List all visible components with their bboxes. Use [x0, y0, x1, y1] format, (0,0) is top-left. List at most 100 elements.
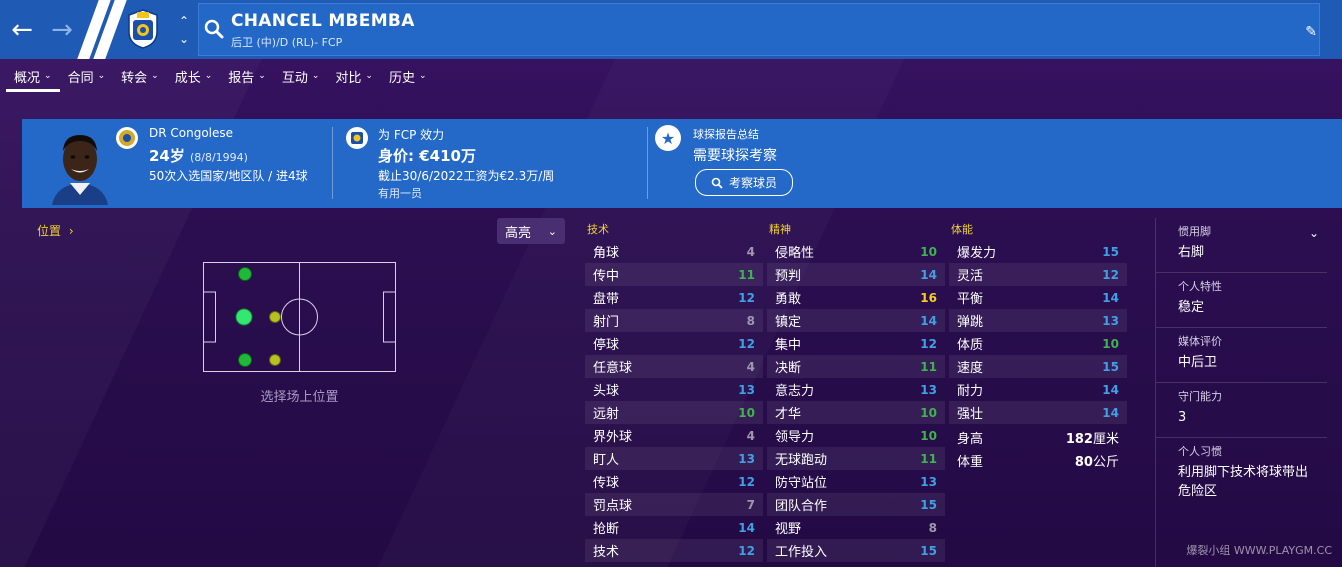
tab-interaction[interactable]: 互动 ⌄	[274, 60, 328, 92]
scout-player-button[interactable]: 考察球员	[695, 169, 793, 196]
back-button[interactable]: ←	[2, 0, 42, 59]
tab-contract[interactable]: 合同 ⌄	[60, 60, 114, 92]
attribute-row[interactable]: 才华 10	[767, 401, 945, 424]
attribute-row[interactable]: 远射 10	[585, 401, 763, 424]
tab-overview[interactable]: 概况 ⌄	[6, 60, 60, 92]
tab-development[interactable]: 成长 ⌄	[167, 60, 221, 92]
player-position-club: 后卫 (中)/D (RL)- FCP	[231, 36, 343, 49]
attribute-row[interactable]: 传中 11	[585, 263, 763, 286]
measure-name: 身高	[957, 432, 984, 447]
attribute-row[interactable]: 侵略性 10	[767, 240, 945, 263]
attribute-row[interactable]: 抢断 14	[585, 516, 763, 539]
attribute-name: 任意球	[593, 361, 633, 376]
club-crest-icon	[346, 127, 368, 149]
position-marker-dl[interactable]	[238, 267, 252, 281]
chevron-down-icon[interactable]: ⌄	[179, 32, 189, 46]
attribute-row[interactable]: 灵活 12	[949, 263, 1127, 286]
chevron-up-icon[interactable]: ⌃	[179, 14, 189, 28]
physical-measure-row: 身高 182厘米	[949, 426, 1127, 449]
attribute-name: 防守站位	[775, 476, 828, 491]
international-caps[interactable]: 50次入选国家/地区队 / 进4球	[149, 167, 308, 184]
position-marker-dr[interactable]	[238, 353, 252, 367]
pencil-icon[interactable]: ✎	[1305, 24, 1317, 40]
attribute-row[interactable]: 角球 4	[585, 240, 763, 263]
attribute-value: 4	[746, 428, 755, 443]
pitch-caption: 选择场上位置	[260, 390, 339, 405]
attribute-value: 14	[1102, 290, 1119, 305]
attribute-row[interactable]: 盘带 12	[585, 286, 763, 309]
attribute-row[interactable]: 平衡 14	[949, 286, 1127, 309]
attribute-value: 12	[920, 336, 937, 351]
attribute-row[interactable]: 头球 13	[585, 378, 763, 401]
attribute-row[interactable]: 盯人 13	[585, 447, 763, 470]
tab-bar: 概况 ⌄ 合同 ⌄ 转会 ⌄ 成长 ⌄ 报告 ⌄ 互动 ⌄ 对比 ⌄ 历史 ⌄	[6, 60, 435, 92]
attribute-value: 12	[738, 336, 755, 351]
position-link[interactable]: 位置 ›	[37, 222, 74, 239]
attribute-row[interactable]: 团队合作 15	[767, 493, 945, 516]
technical-header: 技术	[587, 223, 609, 236]
club-crest-icon[interactable]	[126, 8, 160, 50]
attribute-row[interactable]: 无球跑动 11	[767, 447, 945, 470]
position-pitch[interactable]	[203, 262, 396, 372]
attribute-row[interactable]: 领导力 10	[767, 424, 945, 447]
attribute-name: 盘带	[593, 292, 620, 307]
attribute-row[interactable]: 视野 8	[767, 516, 945, 539]
age-line: 24岁 (8/8/1994)	[149, 145, 248, 166]
attribute-row[interactable]: 停球 12	[585, 332, 763, 355]
tab-transfer[interactable]: 转会 ⌄	[113, 60, 167, 92]
attribute-name: 耐力	[957, 384, 984, 399]
attribute-row[interactable]: 任意球 4	[585, 355, 763, 378]
attribute-name: 速度	[957, 361, 984, 376]
media-description: 媒体评价 中后卫	[1156, 328, 1327, 383]
attribute-row[interactable]: 耐力 14	[949, 378, 1127, 401]
attribute-row[interactable]: 镇定 14	[767, 309, 945, 332]
attribute-name: 工作投入	[775, 545, 828, 560]
tab-compare[interactable]: 对比 ⌄	[327, 60, 381, 92]
player-search-box[interactable]: CHANCEL MBEMBA 后卫 (中)/D (RL)- FCP ✎	[198, 3, 1320, 56]
attribute-name: 界外球	[593, 430, 633, 445]
tab-history[interactable]: 历史 ⌄	[381, 60, 435, 92]
club-line[interactable]: 为 FCP 效力	[378, 126, 444, 143]
position-marker-wbr[interactable]	[269, 354, 281, 366]
attribute-name: 团队合作	[775, 499, 828, 514]
forward-button[interactable]: →	[42, 0, 82, 59]
attribute-row[interactable]: 射门 8	[585, 309, 763, 332]
chevron-down-icon: ⌄	[151, 71, 159, 81]
attribute-row[interactable]: 技术 12	[585, 539, 763, 562]
chevron-down-icon[interactable]: ⌄	[1309, 226, 1319, 240]
chevron-down-icon: ⌄	[258, 71, 266, 81]
attribute-row[interactable]: 集中 12	[767, 332, 945, 355]
position-marker-dc[interactable]	[235, 308, 253, 326]
attribute-row[interactable]: 预判 14	[767, 263, 945, 286]
attribute-row[interactable]: 勇敢 16	[767, 286, 945, 309]
highlight-dropdown[interactable]: 高亮 ⌄	[497, 218, 565, 244]
attribute-row[interactable]: 罚点球 7	[585, 493, 763, 516]
preferred-foot[interactable]: 惯用脚 右脚 ⌄	[1156, 218, 1327, 273]
position-marker-dm[interactable]	[269, 311, 281, 323]
tab-reports[interactable]: 报告 ⌄	[220, 60, 274, 92]
attribute-row[interactable]: 强壮 14	[949, 401, 1127, 424]
top-bar: ← → ⌃ ⌄ CHANCEL MBEMBA 后卫 (中)/D (RL)- FC…	[0, 0, 1342, 59]
personality: 个人特性 稳定	[1156, 273, 1327, 328]
search-icon[interactable]	[203, 18, 225, 40]
attribute-name: 抢断	[593, 522, 620, 537]
player-traits: 个人习惯 利用脚下技术将球带出危险区	[1178, 445, 1309, 499]
attribute-row[interactable]: 防守站位 13	[767, 470, 945, 493]
physical-attributes: 体能 爆发力 15 灵活 12 平衡 14 弹跳 13 体质 10 速度 15 耐力 14 强壮 14 身高 1…	[949, 220, 1127, 472]
attribute-row[interactable]: 弹跳 13	[949, 309, 1127, 332]
attribute-name: 远射	[593, 407, 620, 422]
attribute-value: 15	[1102, 359, 1119, 374]
player-info-banner: DR Congolese 24岁 (8/8/1994) 50次入选国家/地区队 …	[22, 119, 1342, 208]
attribute-name: 决断	[775, 361, 802, 376]
technical-attributes: 技术 角球 4 传中 11 盘带 12 射门 8 停球 12 任意球 4 头球 13 远射 10 界外球 4 盯人 1…	[585, 220, 763, 562]
attribute-row[interactable]: 体质 10	[949, 332, 1127, 355]
arrow-left-icon: ←	[11, 14, 33, 45]
attribute-row[interactable]: 传球 12	[585, 470, 763, 493]
attribute-row[interactable]: 爆发力 15	[949, 240, 1127, 263]
attribute-row[interactable]: 意志力 13	[767, 378, 945, 401]
attribute-row[interactable]: 速度 15	[949, 355, 1127, 378]
attribute-row[interactable]: 界外球 4	[585, 424, 763, 447]
player-cycle-control[interactable]: ⌃ ⌄	[175, 14, 193, 46]
attribute-row[interactable]: 工作投入 15	[767, 539, 945, 562]
attribute-row[interactable]: 决断 11	[767, 355, 945, 378]
